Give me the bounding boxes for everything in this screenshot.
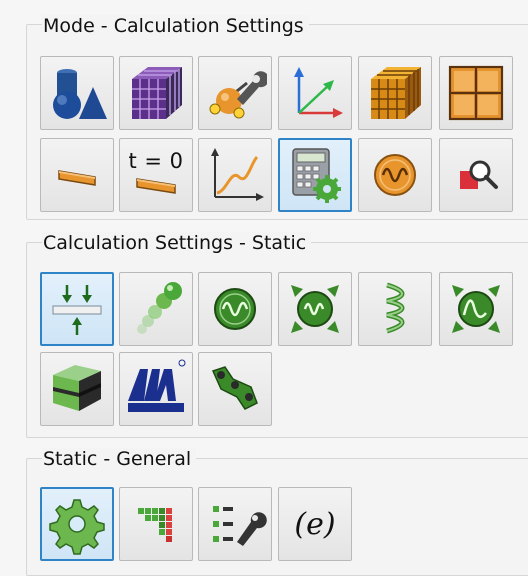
mesh-cube-button[interactable] xyxy=(119,56,193,130)
voxel-cube-icon xyxy=(371,67,421,119)
helix-spring-button[interactable] xyxy=(358,272,432,346)
expression-button[interactable]: (e) xyxy=(278,487,352,561)
strip-element-button[interactable] xyxy=(40,138,114,212)
inspect-magnifier-button[interactable] xyxy=(439,138,513,212)
wave-sign-button[interactable] xyxy=(358,138,432,212)
grid-frame-button[interactable] xyxy=(439,56,513,130)
static-load-icon xyxy=(52,285,102,335)
color-matrix-icon xyxy=(138,508,172,542)
static-group-title: Static - General xyxy=(42,448,197,470)
geometry-tools-button[interactable] xyxy=(198,56,272,130)
link-chain-button[interactable] xyxy=(198,352,272,426)
curve-graph-button[interactable] xyxy=(198,138,272,212)
static-load-button[interactable] xyxy=(40,272,114,346)
particle-trail-button[interactable] xyxy=(119,272,193,346)
coordinate-axes-icon xyxy=(294,67,343,118)
settings-list-icon xyxy=(213,506,267,546)
basic-shapes-icon xyxy=(53,69,107,119)
calculator-settings-icon xyxy=(292,148,341,203)
expression-label: (e) xyxy=(294,506,336,542)
wave-decay-button[interactable] xyxy=(439,272,513,346)
wave-sign-icon xyxy=(374,154,416,196)
time-zero-label: t = 0 xyxy=(128,149,184,173)
helix-spring-icon xyxy=(386,282,405,334)
settings-list-button[interactable] xyxy=(198,487,272,561)
wave-decay-icon xyxy=(452,285,500,333)
time-zero-content: t = 0 xyxy=(128,149,183,201)
calculation-settings-panel: Mode - Calculation Settings t = 0 Calcul… xyxy=(0,0,528,576)
wave-compress-icon xyxy=(291,285,339,333)
grid-frame-icon xyxy=(448,65,504,121)
wave-circle-icon xyxy=(214,288,256,330)
calc-group-title: Calculation Settings - Static xyxy=(42,232,312,254)
color-matrix-button[interactable] xyxy=(119,487,193,561)
calculation-settings-button[interactable] xyxy=(278,138,352,212)
geometry-tools-icon xyxy=(209,71,267,119)
time-zero-strip-icon xyxy=(136,178,176,194)
mode-group-title: Mode - Calculation Settings xyxy=(42,15,309,37)
wave-compress-button[interactable] xyxy=(278,272,352,346)
logo-badge-icon xyxy=(128,359,186,412)
time-zero-button[interactable]: t = 0 xyxy=(119,138,193,212)
gear-icon xyxy=(49,499,105,555)
particle-trail-icon xyxy=(137,282,182,334)
strip-element-icon xyxy=(58,170,96,186)
green-box-icon xyxy=(53,365,101,411)
mesh-cube-icon xyxy=(132,67,182,119)
voxel-cube-button[interactable] xyxy=(358,56,432,130)
curve-graph-icon xyxy=(211,148,264,201)
inspect-magnifier-icon xyxy=(460,160,498,189)
link-chain-icon xyxy=(211,366,258,410)
basic-shapes-button[interactable] xyxy=(40,56,114,130)
general-settings-button[interactable] xyxy=(40,487,114,561)
coordinate-axes-button[interactable] xyxy=(278,56,352,130)
wave-circle-button[interactable] xyxy=(198,272,272,346)
green-box-button[interactable] xyxy=(40,352,114,426)
logo-badge-button[interactable] xyxy=(119,352,193,426)
